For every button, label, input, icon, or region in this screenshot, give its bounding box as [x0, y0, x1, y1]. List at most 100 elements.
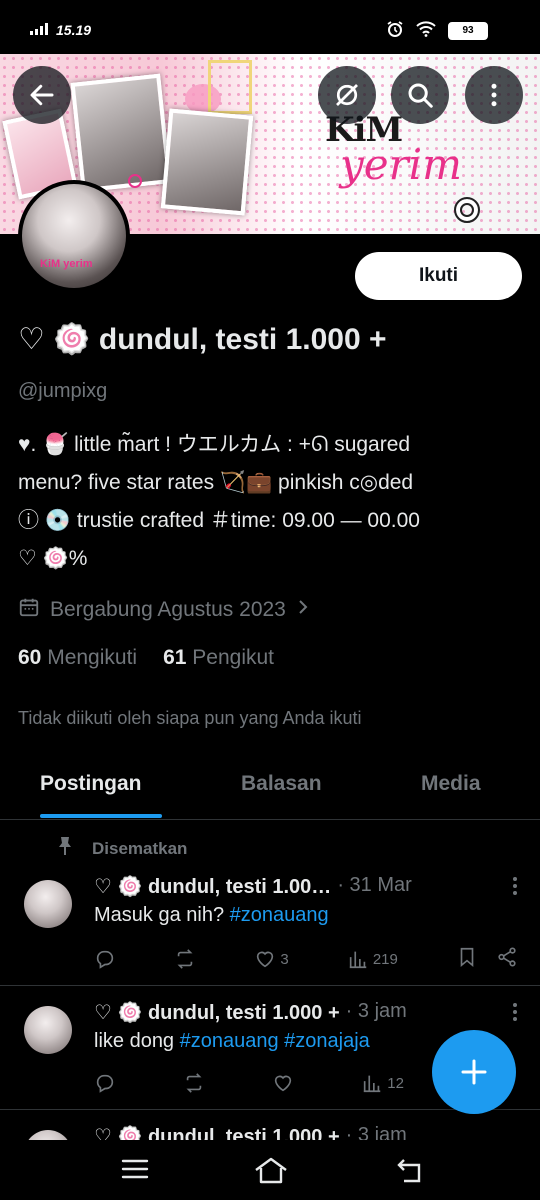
swirl-decoration: [454, 197, 480, 223]
share-button[interactable]: [496, 946, 518, 972]
banner-frame: [208, 60, 252, 114]
grok-icon: [336, 84, 358, 106]
heart-icon: [257, 951, 274, 968]
post-item[interactable]: ♡ 🍥 dundul, testi 1.00… · 31 Mar Masuk g…: [0, 820, 540, 986]
bookmark-icon: [460, 947, 474, 968]
repost-icon: [177, 949, 193, 969]
post-header: ♡ 🍥 dundul, testi 1.000 + · 3 jam: [94, 1124, 407, 1140]
post-timestamp: · 3 jam: [345, 1124, 407, 1140]
joined-date: Bergabung Agustus 2023: [50, 598, 286, 621]
profile-avatar[interactable]: KiM yerim: [18, 180, 130, 292]
post-text: Masuk ga nih? #zonauang: [94, 904, 329, 927]
bio-line: ♥︎. 🍧 little m̃art ! ウエルカム : +ᘏ sugared: [18, 433, 411, 456]
banner-word-yerim: yerim: [340, 140, 462, 189]
followers-stat[interactable]: 61 Pengikut: [163, 646, 274, 670]
avatar-caption: KiM yerim: [40, 258, 93, 270]
more-vertical-icon: [513, 877, 517, 895]
arrow-left-icon: [30, 84, 54, 106]
follow-stats: 60 Mengikuti 61 Pengikut: [18, 646, 274, 670]
post-header: ♡ 🍥 dundul, testi 1.00… · 31 Mar: [94, 874, 412, 899]
view-count: 219: [372, 950, 398, 968]
bio-line: ⓘ 💿 trustie crafted ＃time: 09.00 — 00.00: [18, 509, 420, 532]
profile-handle: @jumpixg: [18, 380, 108, 402]
tab-media[interactable]: Media: [421, 772, 481, 796]
plus-icon: [461, 1059, 487, 1085]
following-stat[interactable]: 60 Mengikuti: [18, 646, 137, 670]
back-button[interactable]: [13, 66, 71, 124]
tab-balasan[interactable]: Balasan: [241, 772, 322, 796]
grok-button[interactable]: [318, 66, 376, 124]
followers-label: Pengikut: [192, 646, 275, 669]
repost-button[interactable]: [183, 1072, 205, 1094]
post-body: like dong: [94, 1030, 180, 1052]
more-options-button[interactable]: [465, 66, 523, 124]
followers-count: 61: [163, 646, 187, 669]
post-extra-actions: [456, 946, 518, 972]
post-author-name: ♡ 🍥 dundul, testi 1.000 +: [94, 1002, 340, 1024]
search-button[interactable]: [391, 66, 449, 124]
tab-postingan[interactable]: Postingan: [40, 772, 142, 796]
post-header: ♡ 🍥 dundul, testi 1.000 + · 3 jam: [94, 1000, 407, 1025]
menu-icon: [121, 1159, 149, 1179]
home-icon: [255, 1157, 287, 1184]
bio-line: ♡ 🍥%: [18, 547, 88, 570]
banner-photo: [70, 73, 172, 193]
reply-button[interactable]: [94, 948, 116, 970]
back-nav-button[interactable]: [396, 1156, 426, 1189]
views-chart-icon: [349, 951, 367, 969]
hashtag-link[interactable]: #zonauang: [180, 1030, 279, 1052]
system-nav-bar: [0, 1140, 540, 1200]
views-button[interactable]: 12: [361, 1072, 404, 1094]
following-count: 60: [18, 646, 42, 669]
hashtag-link[interactable]: #zonauang: [230, 904, 329, 926]
swirl-decoration: [128, 174, 142, 188]
profile-display-name: ♡ 🍥 dundul, testi 1.000 +: [18, 323, 387, 356]
post-author-name: ♡ 🍥 dundul, testi 1.00…: [94, 876, 332, 898]
more-vertical-icon: [513, 1003, 517, 1021]
post-more-button[interactable]: [512, 876, 518, 900]
calendar-icon: [18, 596, 40, 624]
post-actions: 3 219: [94, 946, 518, 972]
view-count: 12: [387, 1074, 404, 1092]
repost-button[interactable]: [174, 948, 196, 970]
like-button[interactable]: 3: [254, 948, 289, 970]
post-author-name: ♡ 🍥 dundul, testi 1.000 +: [94, 1126, 340, 1140]
post-text: like dong #zonauang #zonajaja: [94, 1030, 370, 1053]
heart-icon: [275, 1075, 292, 1092]
banner-photo: [160, 108, 254, 216]
bookmark-button[interactable]: [456, 946, 478, 972]
post-actions: 12: [94, 1072, 404, 1094]
signal-icon: [30, 22, 50, 38]
post-avatar[interactable]: [24, 880, 72, 928]
post-body: Masuk ga nih?: [94, 904, 230, 926]
reply-icon: [96, 1074, 114, 1093]
post-avatar[interactable]: [24, 1006, 72, 1054]
not-followed-note: Tidak diikuti oleh siapa pun yang Anda i…: [18, 708, 362, 728]
wifi-icon: [416, 21, 436, 40]
follow-button[interactable]: Ikuti: [355, 252, 522, 300]
like-button[interactable]: [272, 1072, 294, 1094]
recent-apps-button[interactable]: [120, 1156, 150, 1187]
post-avatar[interactable]: [24, 1130, 72, 1140]
status-bar: 15.19 93: [0, 0, 540, 54]
reply-button[interactable]: [94, 1072, 116, 1094]
views-button[interactable]: 219: [347, 948, 398, 970]
like-count: 3: [280, 950, 289, 968]
reply-icon: [96, 950, 114, 969]
profile-bio: ♥︎. 🍧 little m̃art ! ウエルカム : +ᘏ sugared …: [18, 426, 528, 578]
post-timestamp: · 3 jam: [345, 1000, 407, 1022]
post-more-button[interactable]: [512, 1002, 518, 1026]
home-button[interactable]: [254, 1156, 288, 1189]
hashtag-link[interactable]: #zonajaja: [284, 1030, 370, 1052]
search-icon: [408, 83, 433, 108]
more-vertical-icon: [491, 83, 497, 107]
clock-time: 15.19: [56, 22, 92, 38]
bio-line: menu? five star rates 🏹💼 pinkish c◎ded: [18, 471, 414, 494]
repost-icon: [186, 1073, 202, 1093]
joined-date-row[interactable]: Bergabung Agustus 2023: [18, 596, 310, 624]
active-tab-indicator: [40, 814, 162, 818]
compose-button[interactable]: [432, 1030, 516, 1114]
alarm-icon: [386, 20, 404, 41]
back-icon: [397, 1159, 421, 1183]
post-item[interactable]: ♡ 🍥 dundul, testi 1.000 + · 3 jam: [0, 1110, 540, 1140]
